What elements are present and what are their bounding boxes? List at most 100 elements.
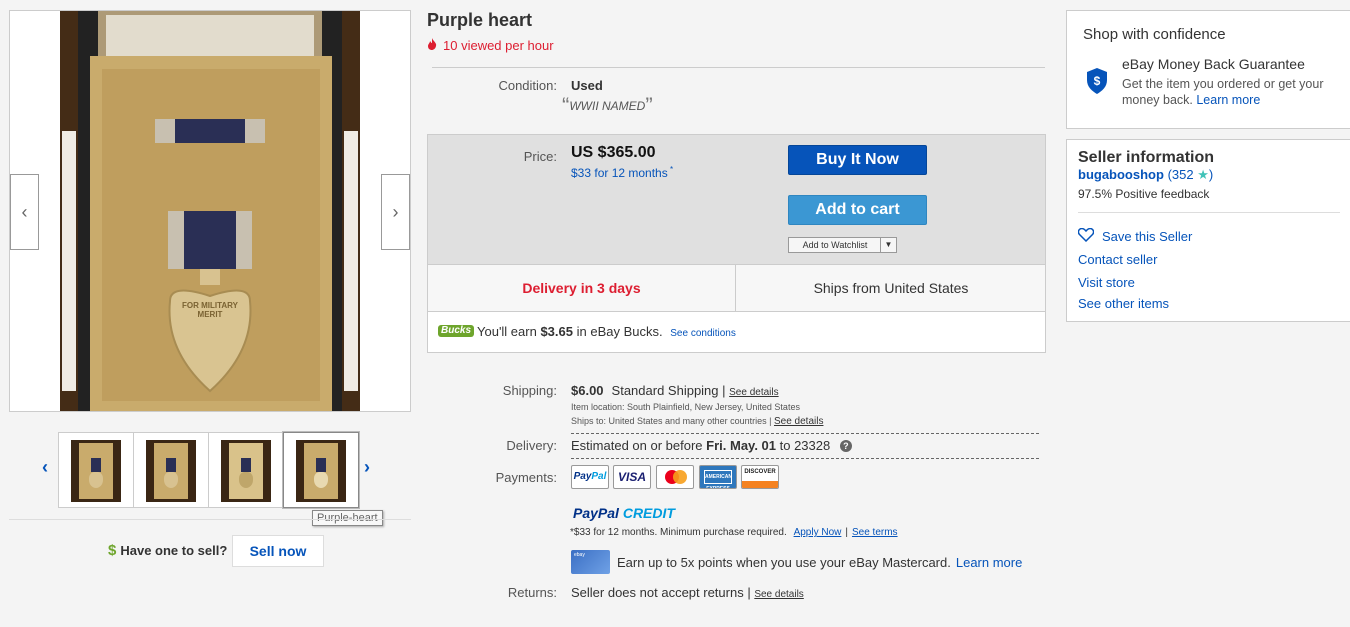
shipping-value: $6.00 Standard Shipping | See details	[571, 383, 779, 398]
panel-title: Shop with confidence	[1083, 26, 1226, 43]
seller-score[interactable]: (352	[1168, 167, 1194, 182]
divider	[571, 458, 1039, 459]
thumbnail-3[interactable]	[208, 432, 284, 508]
fire-icon	[427, 38, 437, 53]
paypal-credit-b: CREDIT	[622, 505, 675, 521]
mastercard-learn-more-link[interactable]: Learn more	[956, 555, 1022, 570]
have-one-label: Have one to sell?	[120, 543, 228, 558]
contact-seller-link[interactable]: Contact seller	[1078, 252, 1157, 267]
ppc-note-text: *$33 for 12 months. Minimum purchase req…	[570, 527, 787, 538]
price-value: US $365.00	[571, 144, 656, 161]
main-product-image[interactable]: FOR MILITARY MERIT	[60, 11, 360, 411]
next-image-button[interactable]: ›	[381, 174, 410, 250]
see-terms-link[interactable]: See terms	[852, 527, 898, 538]
main-image-panel: FOR MILITARY MERIT ‹ ›	[9, 10, 411, 412]
fast-delivery-text: Delivery in 3 days	[428, 265, 736, 311]
see-conditions-link[interactable]: See conditions	[670, 328, 736, 339]
shield-icon: $	[1086, 68, 1108, 94]
condition-value: Used	[571, 78, 603, 93]
medal-inscription: FOR MILITARY MERIT	[182, 301, 238, 319]
bucks-suffix: in eBay Bucks.	[576, 324, 663, 339]
paypal-credit-a: PayPal	[573, 505, 619, 521]
condition-label: Condition:	[498, 78, 557, 93]
seller-feedback: 97.5% Positive feedback	[1078, 187, 1210, 201]
heart-icon	[1077, 227, 1096, 247]
help-icon[interactable]: ?	[839, 440, 852, 452]
paypal-credit-note: *$33 for 12 months. Minimum purchase req…	[570, 527, 898, 538]
thumbnail-strip	[40, 432, 385, 510]
shipping-see-details-link[interactable]: See details	[729, 387, 778, 398]
bucks-amount: $3.65	[540, 324, 573, 339]
shipping-label: Shipping:	[502, 383, 557, 398]
save-seller-text: Save this Seller	[1102, 229, 1193, 244]
ebay-bucks-row: Bucks You'll earn $3.65 in eBay Bucks. S…	[428, 311, 1045, 352]
shipping-cost: $6.00	[571, 383, 604, 398]
thumbnail-image	[296, 440, 346, 502]
thumbnail-1[interactable]	[58, 432, 134, 508]
mastercard-promo: Earn up to 5x points when you use your e…	[617, 555, 1022, 570]
ships-to-see-details-link[interactable]: See details	[774, 416, 823, 427]
visit-store-link[interactable]: Visit store	[1078, 275, 1135, 290]
seller-information-panel: Seller information bugabooshop (352 ★) 9…	[1066, 139, 1350, 322]
condition-note: “WWII NAMED”	[562, 93, 653, 119]
views-text: 10 viewed per hour	[443, 38, 554, 53]
have-one-to-sell: $ Have one to sell?	[108, 542, 227, 559]
price-label: Price:	[523, 149, 557, 164]
shipping-method: Standard Shipping |	[611, 383, 726, 398]
panel-title: Seller information	[1078, 149, 1215, 166]
see-other-items-link[interactable]: See other items	[1078, 296, 1169, 311]
delivery-label: Delivery:	[506, 438, 557, 453]
divider	[432, 67, 1045, 68]
amex-text: AMERICAN EXPRESS	[704, 470, 732, 488]
divider	[9, 519, 411, 520]
apply-now-link[interactable]: Apply Now	[794, 527, 842, 538]
dollar-icon: $	[108, 542, 117, 559]
svg-text:$: $	[1094, 74, 1101, 88]
delivery-zip: to 23328	[779, 438, 831, 453]
add-to-watchlist-button[interactable]: Add to Watchlist	[789, 238, 881, 252]
star-icon: ★	[1197, 167, 1209, 182]
divider	[1078, 212, 1340, 213]
paypal-text-a: Pay	[573, 471, 592, 482]
thumbnail-image	[146, 440, 196, 502]
save-seller-link[interactable]: Save this Seller	[1077, 227, 1193, 247]
ships-from-text: Ships from United States	[813, 280, 969, 296]
buy-it-now-button[interactable]: Buy It Now	[788, 145, 927, 175]
chevron-left-icon: ‹	[21, 202, 28, 222]
thumbnail-image	[221, 440, 271, 502]
add-to-watchlist-control: Add to Watchlist ▼	[788, 237, 897, 253]
paypal-text-b: Pal	[591, 471, 607, 482]
ebay-bucks-logo: Bucks	[438, 325, 475, 337]
amex-card-icon: AMERICAN EXPRESS	[699, 465, 737, 489]
thumbnail-image	[71, 440, 121, 502]
sell-now-button[interactable]: Sell now	[232, 535, 324, 567]
chevron-right-icon: ›	[392, 202, 399, 222]
seller-name-link[interactable]: bugabooshop	[1078, 167, 1164, 182]
add-to-cart-button[interactable]: Add to cart	[788, 195, 927, 225]
returns-text: Seller does not accept returns |	[571, 585, 751, 600]
mastercard-promo-text: Earn up to 5x points when you use your e…	[617, 555, 951, 570]
mbg-learn-more-link[interactable]: Learn more	[1196, 93, 1260, 107]
paypal-card-icon: PayPal	[571, 465, 609, 489]
watchlist-dropdown-button[interactable]: ▼	[880, 238, 896, 252]
discover-text: DISCOVER	[744, 469, 776, 475]
returns-see-details-link[interactable]: See details	[754, 589, 803, 600]
ships-to-text: Ships to: United States and many other c…	[571, 416, 772, 426]
chevron-right-icon: ›	[364, 457, 370, 477]
ebay-card-text: ebay	[574, 552, 585, 558]
discover-card-icon: DISCOVER	[741, 465, 779, 489]
returns-value: Seller does not accept returns | See det…	[571, 585, 804, 600]
ebay-mastercard-icon: ebay	[571, 550, 610, 574]
previous-image-button[interactable]: ‹	[10, 174, 39, 250]
thumbnail-2[interactable]	[133, 432, 209, 508]
thumbnail-4-selected[interactable]	[283, 432, 359, 508]
quote-close-icon: ”	[645, 93, 653, 118]
views-per-hour: 10 viewed per hour	[427, 38, 554, 53]
divider	[571, 433, 1039, 434]
thumbnail-next-button[interactable]: ›	[364, 457, 370, 478]
monthly-text: $33 for 12 months	[571, 166, 668, 180]
ebay-bucks-text: You'll earn $3.65 in eBay Bucks. See con…	[477, 324, 736, 339]
monthly-financing-link[interactable]: $33 for 12 months *	[571, 165, 673, 180]
delivery-estimate: Estimated on or before Fri. May. 01 to 2…	[571, 438, 852, 453]
visa-card-icon: VISA	[613, 465, 651, 489]
